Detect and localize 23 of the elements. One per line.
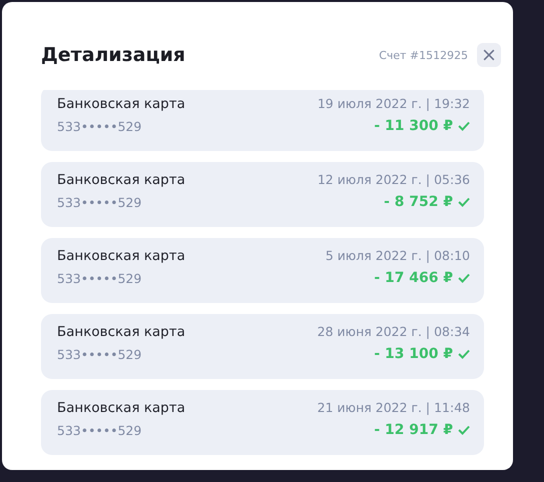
payment-method: Банковская карта [57, 172, 186, 188]
payment-method: Банковская карта [57, 248, 186, 264]
transaction-date: 19 июля 2022 г. | 19:32 [317, 96, 470, 111]
card-number: 533•••••529 [57, 347, 143, 362]
dialog-title: Детализация [41, 44, 186, 66]
card-number: 533•••••529 [57, 271, 143, 286]
transaction-date: 21 июня 2022 г. | 11:48 [317, 400, 470, 415]
transaction-date: 12 июля 2022 г. | 05:36 [317, 172, 470, 187]
transaction-date: 5 июля 2022 г. | 08:10 [325, 248, 470, 263]
transaction-amount: - 17 466 ₽ [374, 270, 453, 286]
transaction-amount: - 8 752 ₽ [384, 194, 453, 210]
card-number: 533•••••529 [57, 423, 143, 438]
card-number: 533•••••529 [57, 195, 143, 210]
card-number: 533•••••529 [57, 119, 143, 134]
payment-method: Банковская карта [57, 324, 186, 340]
transaction-amount: - 12 917 ₽ [374, 422, 453, 438]
transaction-amount: - 11 300 ₽ [374, 118, 453, 134]
payment-method: Банковская карта [57, 400, 186, 416]
close-button[interactable]: × [477, 43, 501, 67]
transaction-date: 28 июня 2022 г. | 08:34 [317, 324, 470, 339]
payment-method: Банковская карта [57, 96, 186, 112]
transaction-amount: - 13 100 ₽ [374, 346, 453, 362]
account-number: Счет #1512925 [378, 48, 468, 62]
